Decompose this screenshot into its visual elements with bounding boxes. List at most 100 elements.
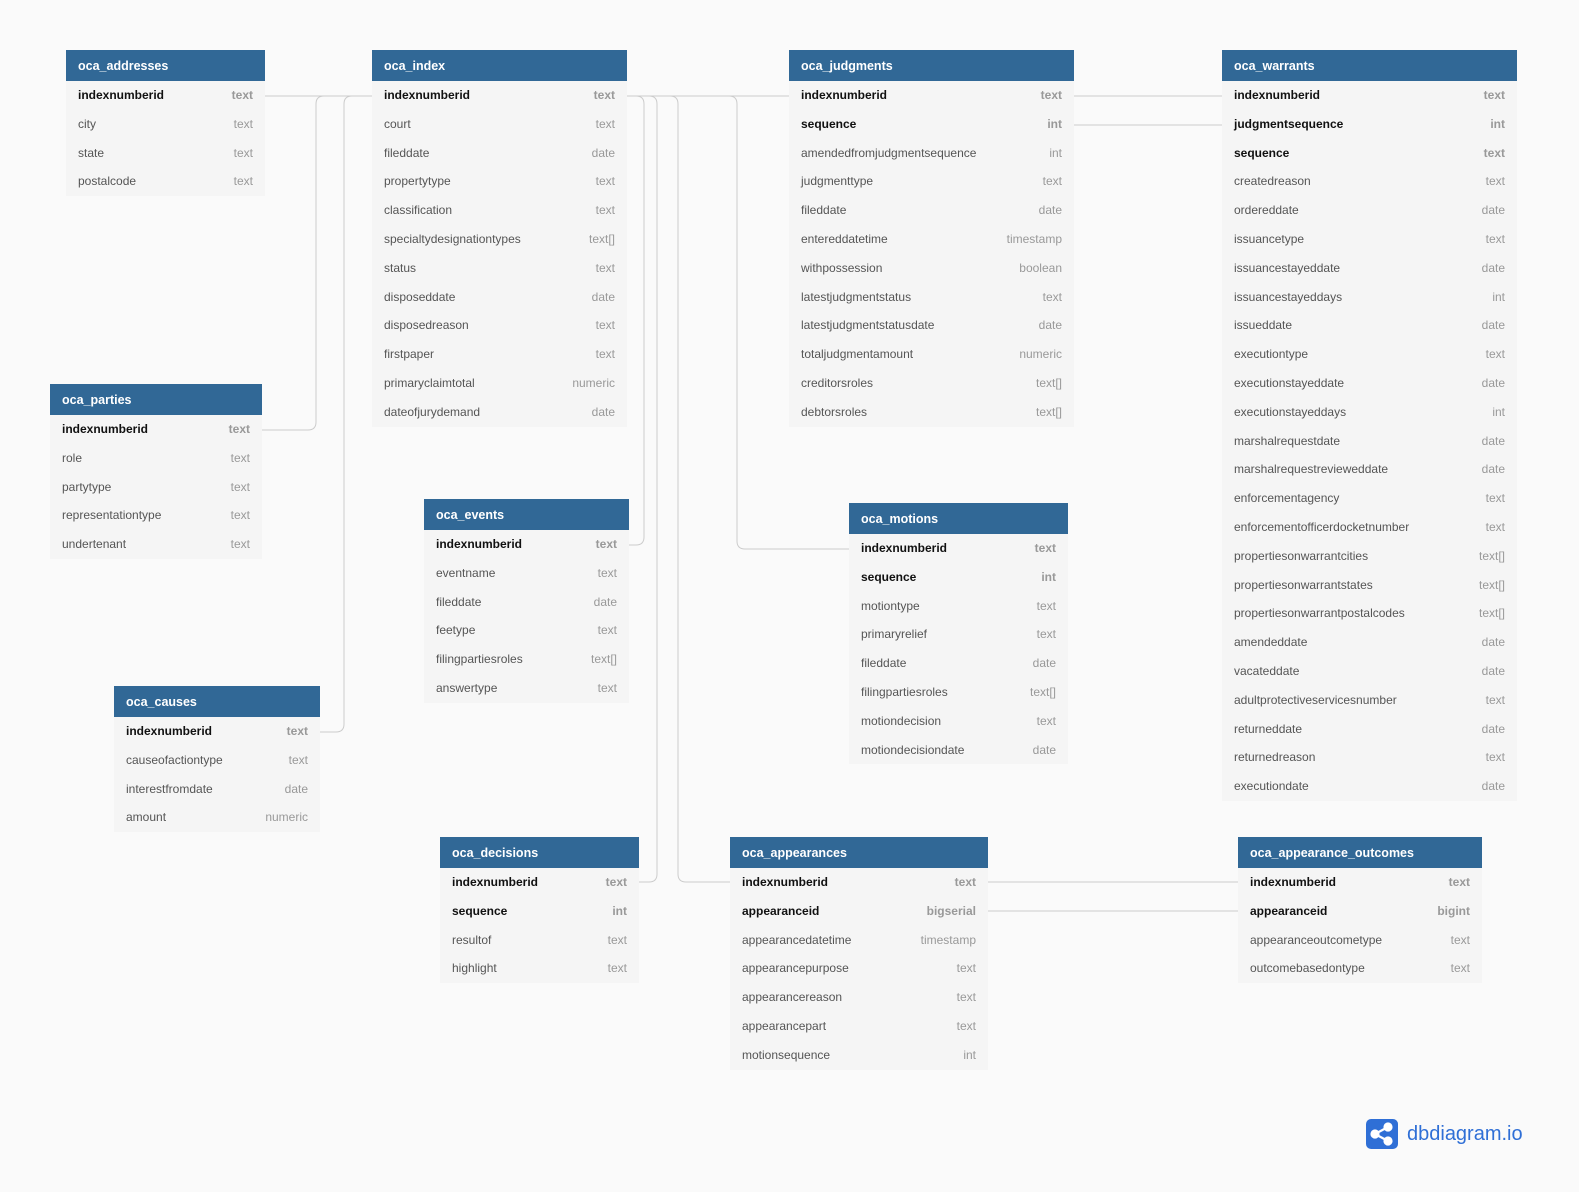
table-row[interactable]: motiondecisiondate date [849,736,1068,765]
table-row[interactable]: role text [50,444,262,473]
table-row[interactable]: disposedreason text [372,311,627,340]
table-row[interactable]: appearanceoutcometype text [1238,926,1482,955]
dbdiagram-logo[interactable]: dbdiagram.io [1366,1119,1523,1149]
table-row[interactable]: state text [66,139,265,168]
table-row[interactable]: adultprotectiveservicesnumber text [1222,686,1517,715]
table-oca-decisions[interactable]: oca_decisions indexnumberid text sequence in… [440,837,639,984]
table-row[interactable]: causeofactiontype text [114,746,320,775]
table-row[interactable]: executionstayeddays int [1222,398,1517,427]
table-row[interactable]: issuancestayeddate date [1222,254,1517,283]
table-row[interactable]: returneddate date [1222,715,1517,744]
table-row[interactable]: sequence int [849,563,1068,592]
table-row[interactable]: appearancereason text [730,983,988,1012]
table-row[interactable]: propertiesonwarrantstates text[] [1222,571,1517,600]
table-row[interactable]: appearancepart text [730,1012,988,1041]
table-row[interactable]: indexnumberid text [440,868,639,897]
table-header[interactable]: oca_causes [114,686,320,717]
table-oca-motions[interactable]: oca_motions indexnumberid text sequence int m… [849,503,1068,765]
table-row[interactable]: executiondate date [1222,772,1517,801]
table-row[interactable]: appearanceid bigserial [730,897,988,926]
table-row[interactable]: fileddate date [849,649,1068,678]
table-row[interactable]: postalcode text [66,167,265,196]
table-oca-addresses[interactable]: oca_addresses indexnumberid text city text st… [66,50,265,197]
table-row[interactable]: amendeddate date [1222,628,1517,657]
table-row[interactable]: judgmentsequence int [1222,110,1517,139]
table-row[interactable]: representationtype text [50,501,262,530]
table-row[interactable]: motiondecision text [849,707,1068,736]
table-header[interactable]: oca_judgments [789,50,1074,81]
table-row[interactable]: propertytype text [372,167,627,196]
table-row[interactable]: interestfromdate date [114,775,320,804]
table-row[interactable]: latestjudgmentstatus text [789,283,1074,312]
table-oca-events[interactable]: oca_events indexnumberid text eventname text… [424,499,629,703]
table-row[interactable]: debtorsroles text[] [789,398,1074,427]
table-row[interactable]: propertiesonwarrantcities text[] [1222,542,1517,571]
table-row[interactable]: indexnumberid text [424,530,629,559]
table-row[interactable]: appearancedatetime timestamp [730,926,988,955]
table-row[interactable]: fileddate date [424,588,629,617]
table-row[interactable]: indexnumberid text [730,868,988,897]
table-row[interactable]: feetype text [424,616,629,645]
table-row[interactable]: indexnumberid text [66,81,265,110]
table-row[interactable]: executionstayeddate date [1222,369,1517,398]
table-row[interactable]: issuancestayeddays int [1222,283,1517,312]
table-row[interactable]: resultof text [440,926,639,955]
table-row[interactable]: court text [372,110,627,139]
table-row[interactable]: totaljudgmentamount numeric [789,340,1074,369]
table-row[interactable]: latestjudgmentstatusdate date [789,311,1074,340]
table-header[interactable]: oca_index [372,50,627,81]
table-header[interactable]: oca_events [424,499,629,530]
table-row[interactable]: amount numeric [114,803,320,832]
table-row[interactable]: enforcementagency text [1222,484,1517,513]
table-header[interactable]: oca_motions [849,503,1068,534]
table-row[interactable]: indexnumberid text [849,534,1068,563]
table-row[interactable]: highlight text [440,954,639,983]
table-row[interactable]: marshalrequestrevieweddate date [1222,455,1517,484]
table-row[interactable]: classification text [372,196,627,225]
table-row[interactable]: entereddatetime timestamp [789,225,1074,254]
table-row[interactable]: creditorsroles text[] [789,369,1074,398]
table-header[interactable]: oca_parties [50,384,262,415]
table-row[interactable]: indexnumberid text [372,81,627,110]
table-row[interactable]: enforcementofficerdocketnumber text [1222,513,1517,542]
table-header[interactable]: oca_addresses [66,50,265,81]
table-row[interactable]: appearancepurpose text [730,954,988,983]
table-row[interactable]: primaryrelief text [849,620,1068,649]
table-row[interactable]: undertenant text [50,530,262,559]
table-row[interactable]: filingpartiesroles text[] [424,645,629,674]
table-header[interactable]: oca_appearances [730,837,988,868]
table-row[interactable]: indexnumberid text [1238,868,1482,897]
table-row[interactable]: issuancetype text [1222,225,1517,254]
table-row[interactable]: specialtydesignationtypes text[] [372,225,627,254]
table-row[interactable]: marshalrequestdate date [1222,427,1517,456]
table-row[interactable]: motionsequence int [730,1041,988,1070]
table-row[interactable]: ordereddate date [1222,196,1517,225]
table-row[interactable]: judgmenttype text [789,167,1074,196]
table-oca-appearances[interactable]: oca_appearances indexnumberid text appearan… [730,837,988,1070]
table-row[interactable]: answertype text [424,674,629,703]
table-row[interactable]: appearanceid bigint [1238,897,1482,926]
table-row[interactable]: returnedreason text [1222,743,1517,772]
table-oca-warrants[interactable]: oca_warrants indexnumberid text judgmentseq… [1222,50,1517,801]
table-row[interactable]: disposeddate date [372,283,627,312]
table-row[interactable]: sequence text [1222,139,1517,168]
table-oca-judgments[interactable]: oca_judgments indexnumberid text sequence in… [789,50,1074,427]
table-row[interactable]: createdreason text [1222,167,1517,196]
table-row[interactable]: executiontype text [1222,340,1517,369]
table-row[interactable]: indexnumberid text [50,415,262,444]
table-row[interactable]: city text [66,110,265,139]
table-row[interactable]: outcomebasedontype text [1238,954,1482,983]
table-row[interactable]: indexnumberid text [789,81,1074,110]
table-row[interactable]: issueddate date [1222,311,1517,340]
table-row[interactable]: indexnumberid text [1222,81,1517,110]
table-row[interactable]: dateofjurydemand date [372,398,627,427]
table-row[interactable]: amendedfromjudgmentsequence int [789,139,1074,168]
table-oca-parties[interactable]: oca_parties indexnumberid text role text part… [50,384,262,559]
table-row[interactable]: indexnumberid text [114,717,320,746]
table-row[interactable]: status text [372,254,627,283]
table-oca-appearance-outcomes[interactable]: oca_appearance_outcomes indexnumberid text… [1238,837,1482,984]
table-row[interactable]: filingpartiesroles text[] [849,678,1068,707]
table-row[interactable]: partytype text [50,473,262,502]
table-row[interactable]: primaryclaimtotal numeric [372,369,627,398]
table-header[interactable]: oca_warrants [1222,50,1517,81]
